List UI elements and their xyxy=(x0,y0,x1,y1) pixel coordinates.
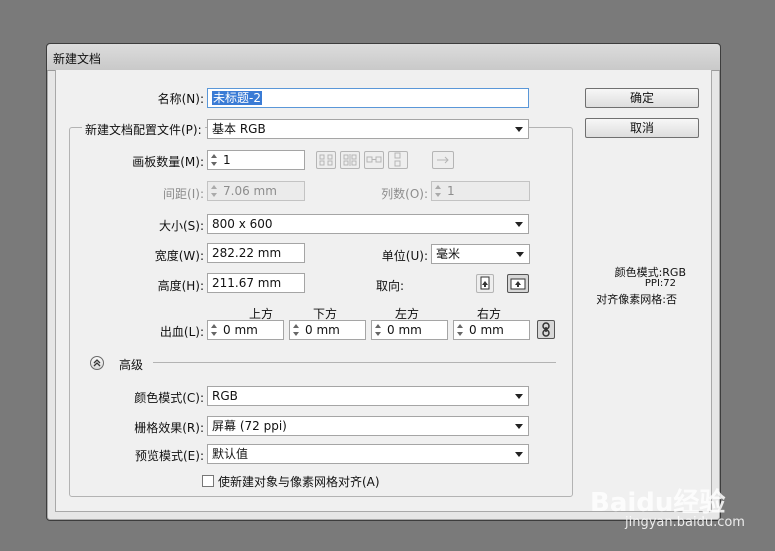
stepper-arrows-icon xyxy=(210,183,219,199)
double-chevron-up-icon xyxy=(93,359,101,367)
stepper-arrows-icon[interactable] xyxy=(456,322,465,338)
bleed-top-stepper[interactable]: 0 mm xyxy=(207,320,284,340)
size-select[interactable]: 800 x 600 xyxy=(207,214,529,234)
height-label: 高度(H): xyxy=(157,279,204,293)
columns-label: 列数(O): xyxy=(381,187,428,201)
chevron-down-icon xyxy=(515,222,523,227)
bleed-right-value: 0 mm xyxy=(469,323,504,337)
bleed-bottom-stepper[interactable]: 0 mm xyxy=(289,320,366,340)
bleed-label: 出血(L): xyxy=(159,325,204,339)
cancel-button[interactable]: 取消 xyxy=(585,118,699,138)
landscape-icon[interactable] xyxy=(507,274,529,293)
spacing-stepper[interactable]: 7.06 mm xyxy=(207,181,305,201)
right-to-left-layout-icon[interactable] xyxy=(432,151,454,169)
info-align-grid: 对齐像素网格:否 xyxy=(596,293,677,306)
columns-stepper[interactable]: 1 xyxy=(431,181,530,201)
preview-mode-value: 默认值 xyxy=(212,447,249,461)
height-value: 211.67 mm xyxy=(212,276,282,290)
height-input[interactable]: 211.67 mm xyxy=(207,273,305,293)
arrange-by-column-icon[interactable] xyxy=(388,151,408,169)
color-mode-select[interactable]: RGB xyxy=(207,386,529,406)
units-label: 单位(U): xyxy=(381,249,428,263)
spacing-value: 7.06 mm xyxy=(223,184,277,198)
raster-effects-label: 栅格效果(R): xyxy=(134,421,204,435)
chevron-down-icon xyxy=(516,252,524,257)
grid-by-row-icon[interactable] xyxy=(316,151,336,169)
advanced-divider xyxy=(153,362,556,363)
align-pixel-grid-checkbox[interactable] xyxy=(202,475,214,487)
align-pixel-grid-label[interactable]: 使新建对象与像素网格对齐(A) xyxy=(218,473,380,490)
chevron-down-icon xyxy=(515,127,523,132)
color-mode-label: 颜色模式(C): xyxy=(134,391,204,405)
profile-value: 基本 RGB xyxy=(212,122,266,136)
profile-select[interactable]: 基本 RGB xyxy=(207,119,529,139)
stepper-arrows-icon[interactable] xyxy=(374,322,383,338)
watermark-logo: Baidu经验 xyxy=(590,488,726,518)
collapse-advanced-button[interactable] xyxy=(90,356,104,370)
bleed-top-value: 0 mm xyxy=(223,323,258,337)
preview-mode-select[interactable]: 默认值 xyxy=(207,444,529,464)
artboards-stepper[interactable]: 1 xyxy=(207,150,305,170)
size-value: 800 x 600 xyxy=(212,217,273,231)
width-input[interactable]: 282.22 mm xyxy=(207,243,305,263)
spacing-label: 间距(I): xyxy=(163,187,204,201)
chevron-down-icon xyxy=(515,424,523,429)
stepper-arrows-icon[interactable] xyxy=(210,152,219,168)
chevron-down-icon xyxy=(515,452,523,457)
chevron-down-icon xyxy=(515,394,523,399)
advanced-title: 高级 xyxy=(119,358,144,372)
bleed-left-stepper[interactable]: 0 mm xyxy=(371,320,448,340)
grid-by-column-icon[interactable] xyxy=(340,151,360,169)
artboards-label: 画板数量(M): xyxy=(132,155,204,169)
name-value: 未标题-2 xyxy=(212,91,262,105)
ok-button[interactable]: 确定 xyxy=(585,88,699,108)
units-select[interactable]: 毫米 xyxy=(431,244,530,264)
raster-effects-value: 屏幕 (72 ppi) xyxy=(212,419,287,433)
profile-label: 新建文档配置文件(P): xyxy=(82,121,205,138)
bleed-left-value: 0 mm xyxy=(387,323,422,337)
name-input[interactable]: 未标题-2 xyxy=(207,88,529,108)
portrait-icon[interactable] xyxy=(476,274,494,293)
name-label: 名称(N): xyxy=(157,92,204,106)
dialog-title: 新建文档 xyxy=(53,52,102,66)
stepper-arrows-icon[interactable] xyxy=(292,322,301,338)
stepper-arrows-icon xyxy=(434,183,443,199)
stepper-arrows-icon[interactable] xyxy=(210,322,219,338)
bleed-right-stepper[interactable]: 0 mm xyxy=(453,320,530,340)
units-value: 毫米 xyxy=(436,247,461,261)
width-value: 282.22 mm xyxy=(212,246,282,260)
dialog-titlebar[interactable]: 新建文档 xyxy=(47,44,720,71)
preview-mode-label: 预览模式(E): xyxy=(135,449,204,463)
orientation-label: 取向: xyxy=(375,279,404,293)
color-mode-value: RGB xyxy=(212,389,238,403)
bleed-bottom-value: 0 mm xyxy=(305,323,340,337)
link-icon[interactable] xyxy=(537,320,555,339)
size-label: 大小(S): xyxy=(158,219,204,233)
artboards-value: 1 xyxy=(223,153,231,167)
width-label: 宽度(W): xyxy=(154,249,204,263)
arrange-by-row-icon[interactable] xyxy=(364,151,384,169)
watermark-url: jingyan.baidu.com xyxy=(625,515,745,530)
info-ppi: PPI:72 xyxy=(644,278,676,289)
columns-value: 1 xyxy=(447,184,455,198)
raster-effects-select[interactable]: 屏幕 (72 ppi) xyxy=(207,416,529,436)
